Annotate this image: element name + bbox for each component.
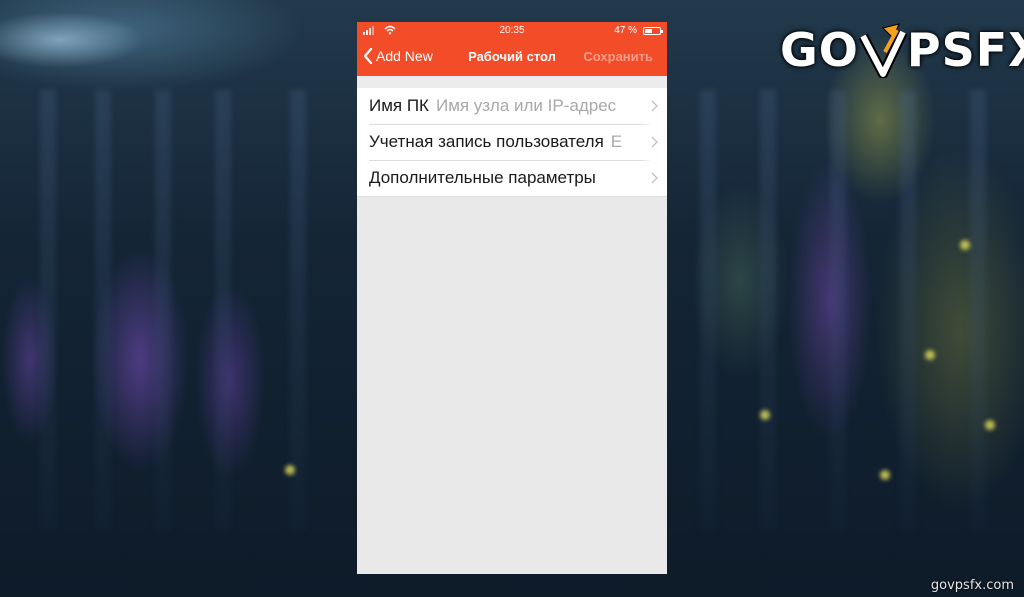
navigation-bar: Add New Рабочий стол Сохранить: [357, 40, 667, 88]
server-rack: [40, 90, 56, 530]
server-rack: [900, 90, 916, 530]
chevron-right-icon: [641, 124, 667, 160]
server-rack: [760, 90, 776, 530]
server-rack: [290, 90, 306, 530]
chevron-right-icon: [641, 160, 667, 196]
row-label: Учетная запись пользователя: [369, 132, 604, 151]
server-light: [985, 420, 995, 430]
server-light: [760, 410, 770, 420]
battery-percent: 47 %: [614, 25, 637, 36]
server-light: [285, 465, 295, 475]
server-rack: [155, 90, 171, 530]
save-button[interactable]: Сохранить: [583, 49, 653, 64]
logo-text-right: PSFX: [906, 23, 1024, 77]
pc-name-input[interactable]: Имя узла или IP-адрес: [436, 96, 667, 116]
server-light: [960, 240, 970, 250]
server-rack: [95, 90, 111, 530]
list-item-user-account[interactable]: Учетная запись пользователя Е: [357, 124, 667, 160]
chevron-right-icon: [641, 88, 667, 124]
govpsfx-logo: GO PSFX: [780, 22, 1024, 78]
list-item-advanced-settings[interactable]: Дополнительные параметры: [357, 160, 667, 196]
server-rack: [970, 90, 986, 530]
empty-area: [357, 197, 667, 573]
server-light: [880, 470, 890, 480]
logo-v-arrow-icon: [858, 23, 907, 78]
server-rack: [700, 90, 716, 530]
list-item-pc-name[interactable]: Имя ПК Имя узла или IP-адрес: [357, 88, 667, 124]
server-rack: [830, 90, 846, 530]
row-label: Имя ПК: [369, 96, 429, 115]
row-label: Дополнительные параметры: [369, 168, 596, 187]
server-light: [925, 350, 935, 360]
server-rack: [215, 90, 231, 530]
battery-icon: [643, 27, 663, 35]
phone-screen: 20:35 47 % Add New Рабочий стол Сохранит…: [357, 22, 667, 574]
status-bar: 20:35 47 %: [357, 22, 667, 40]
logo-text-left: GO: [780, 23, 859, 77]
watermark: govpsfx.com: [930, 578, 1014, 593]
settings-list: Имя ПК Имя узла или IP-адрес Учетная зап…: [357, 88, 667, 197]
